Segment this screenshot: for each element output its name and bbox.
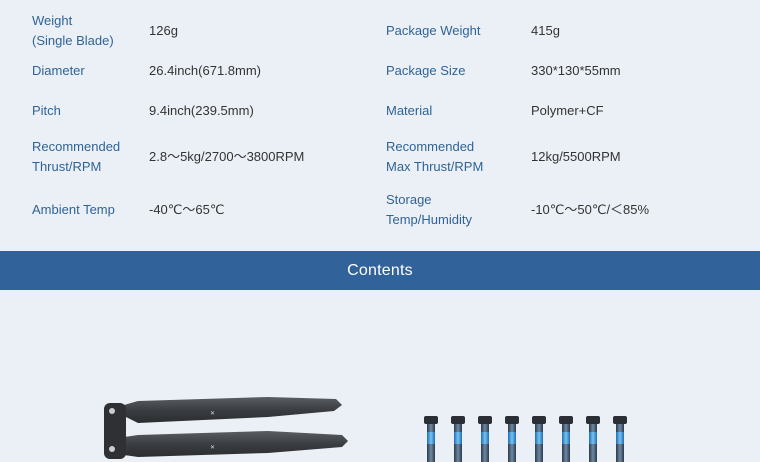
spec-label-ambient-temp: Ambient Temp [32, 202, 115, 217]
spec-label-max-thrust: Recommended Max Thrust/RPM [386, 139, 484, 174]
spec-value-recommended-thrust: 2.8～5kg/2700～3800RPM [149, 149, 305, 164]
spec-table: Weight (Single Blade) 126g Package Weigh… [0, 0, 760, 251]
spec-label-package-weight: Package Weight [386, 23, 481, 38]
screw-icon [532, 416, 546, 462]
spec-label-weight: Weight (Single Blade) [32, 13, 114, 48]
svg-text:✕: ✕ [210, 411, 215, 417]
spec-label-storage: Storage Temp/Humidity [386, 192, 472, 227]
spec-label-recommended-thrust: Recommended Thrust/RPM [32, 139, 121, 174]
propeller-blades-image: ✕ ✕ [104, 397, 348, 459]
spec-label-pitch: Pitch [32, 103, 61, 118]
screw-icon [478, 416, 492, 462]
screw-icon [424, 416, 438, 462]
spec-value-max-thrust: 12kg/5500RPM [531, 149, 621, 164]
spec-label-package-size: Package Size [386, 63, 466, 78]
spec-value-package-size: 330*130*55mm [531, 63, 621, 78]
contents-banner: Contents [0, 251, 760, 290]
spec-value-pitch: 9.4inch(239.5mm) [149, 103, 254, 118]
screw-icon [505, 416, 519, 462]
spec-label-diameter: Diameter [32, 63, 85, 78]
screw-icon [586, 416, 600, 462]
screw-icon [559, 416, 573, 462]
spec-value-material: Polymer+CF [531, 103, 604, 118]
spec-value-weight: 126g [149, 23, 178, 38]
spec-value-package-weight: 415g [531, 23, 560, 38]
contents-area: ✕ ✕ [0, 290, 760, 462]
screw-icon [451, 416, 465, 462]
spec-value-storage: -10℃～50℃/＜85% [531, 202, 650, 217]
contents-title: Contents [347, 261, 413, 279]
svg-text:✕: ✕ [210, 445, 215, 451]
spec-label-material: Material [386, 103, 433, 118]
screws-image [424, 416, 627, 462]
spec-value-ambient-temp: -40℃～65℃ [149, 202, 225, 217]
screw-icon [613, 416, 627, 462]
spec-value-diameter: 26.4inch(671.8mm) [149, 63, 261, 78]
